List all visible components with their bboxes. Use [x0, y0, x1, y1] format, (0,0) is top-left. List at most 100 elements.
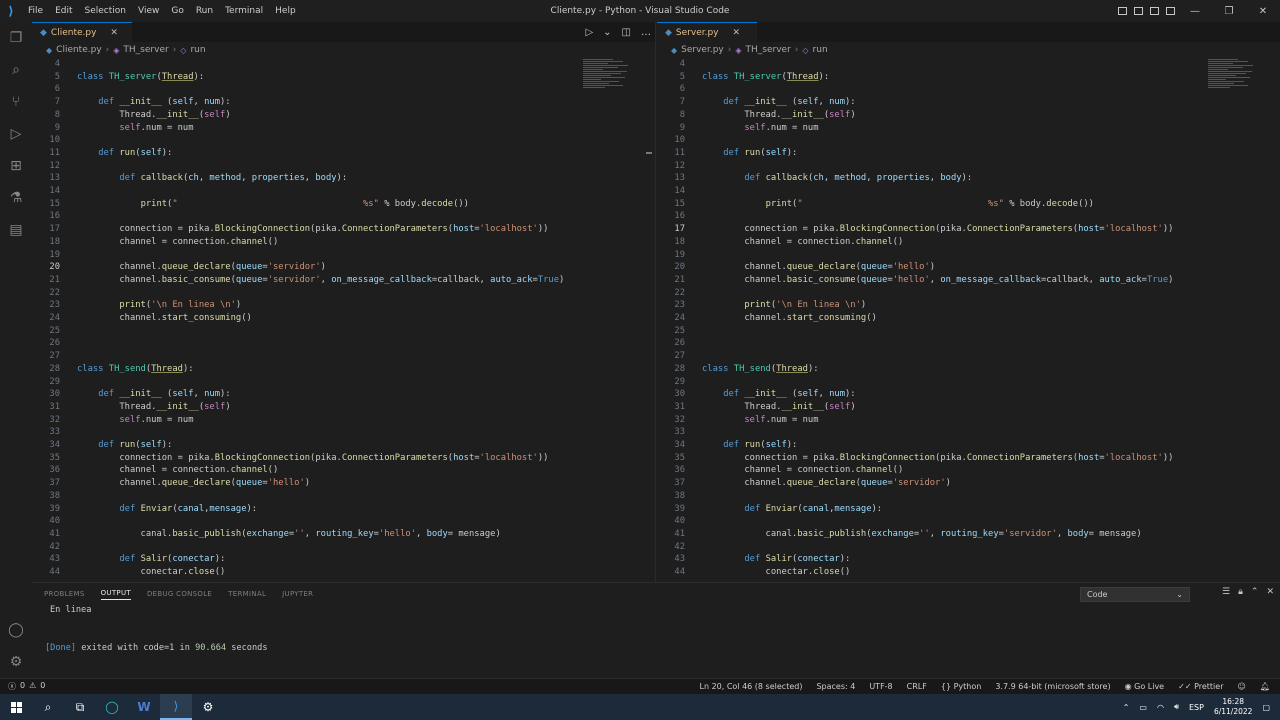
code-line[interactable]: 14 [657, 185, 1280, 198]
code-line[interactable]: 24 channel.start_consuming() [657, 312, 1280, 325]
menu-item-run[interactable]: Run [190, 0, 219, 22]
code-line[interactable]: 8 Thread.__init__(self) [32, 109, 655, 122]
panel-tab-problems[interactable]: PROBLEMS [44, 590, 85, 598]
output-channel-select[interactable]: Code ⌄ [1080, 587, 1190, 602]
code-line[interactable]: 29 [657, 376, 1280, 389]
code-line[interactable]: 42 [32, 541, 655, 554]
code-line[interactable]: 16 [32, 210, 655, 223]
code-text[interactable]: def run(self): [702, 147, 797, 160]
code-text[interactable]: channel.basic_consume(queue='hello', on_… [702, 274, 1173, 287]
menu-item-terminal[interactable]: Terminal [219, 0, 269, 22]
code-line[interactable]: 43 def Salir(conectar): [657, 553, 1280, 566]
code-text[interactable]: channel.queue_declare(queue='hello') [702, 261, 935, 274]
code-text[interactable]: def callback(ch, method, properties, bod… [702, 172, 972, 185]
code-line[interactable]: 19 [32, 249, 655, 262]
go-live-button[interactable]: ◉ Go Live [1125, 682, 1165, 691]
code-line[interactable]: 6 [657, 83, 1280, 96]
code-text[interactable]: Thread.__init__(self) [77, 109, 230, 122]
code-line[interactable]: 31 Thread.__init__(self) [657, 401, 1280, 414]
code-line[interactable]: 39 def Enviar(canal,mensage): [657, 503, 1280, 516]
menu-item-file[interactable]: File [22, 0, 49, 22]
code-text[interactable]: conectar.close() [702, 566, 851, 579]
close-tab-icon[interactable]: ✕ [110, 28, 118, 38]
network-icon[interactable]: ▭ [1139, 703, 1147, 712]
code-line[interactable]: 40 [32, 515, 655, 528]
menu-item-view[interactable]: View [132, 0, 165, 22]
code-text[interactable]: connection = pika.BlockingConnection(pik… [702, 223, 1173, 236]
indentation[interactable]: Spaces: 4 [816, 682, 855, 691]
split-editor-icon[interactable]: ◫ [622, 27, 631, 38]
code-line[interactable]: 26 [657, 337, 1280, 350]
code-text[interactable]: channel = connection.channel() [77, 464, 278, 477]
code-text[interactable]: Thread.__init__(self) [702, 109, 855, 122]
chevron-down-icon[interactable]: ⌄ [603, 27, 611, 38]
code-line[interactable]: 16 [657, 210, 1280, 223]
close-panel-icon[interactable]: ✕ [1266, 587, 1274, 597]
code-line[interactable]: 7 def __init__ (self, num): [32, 96, 655, 109]
code-text[interactable]: self.num = num [702, 122, 818, 135]
customize-layout-icon[interactable] [1162, 0, 1178, 22]
panel-tab-jupyter[interactable]: JUPYTER [282, 590, 313, 598]
code-line[interactable]: 32 self.num = num [32, 414, 655, 427]
code-line[interactable]: 27 [657, 350, 1280, 363]
breadcrumb-class[interactable]: TH_server [746, 45, 791, 55]
code-text[interactable]: connection = pika.BlockingConnection(pik… [702, 452, 1173, 465]
code-line[interactable]: 23 print('\n En linea \n') [657, 299, 1280, 312]
testing-icon[interactable]: ⚗ [0, 182, 32, 214]
code-line[interactable]: 11 def run(self): [32, 147, 655, 160]
code-line[interactable]: 37 channel.queue_declare(queue='servidor… [657, 477, 1280, 490]
panel-tab-debug-console[interactable]: DEBUG CONSOLE [147, 590, 212, 598]
task-view-icon[interactable]: ⧉ [64, 694, 96, 720]
code-text[interactable]: canal.basic_publish(exchange='', routing… [702, 528, 1142, 541]
code-line[interactable]: 26 [32, 337, 655, 350]
code-line[interactable]: 8 Thread.__init__(self) [657, 109, 1280, 122]
minimize-button[interactable]: — [1178, 0, 1212, 22]
code-text[interactable]: connection = pika.BlockingConnection(pik… [77, 452, 548, 465]
code-text[interactable]: def __init__ (self, num): [77, 388, 230, 401]
code-text[interactable]: connection = pika.BlockingConnection(pik… [77, 223, 548, 236]
code-line[interactable]: 7 def __init__ (self, num): [657, 96, 1280, 109]
code-line[interactable]: 44 conectar.close() [32, 566, 655, 579]
code-line[interactable]: 34 def run(self): [32, 439, 655, 452]
code-text[interactable]: Thread.__init__(self) [77, 401, 230, 414]
code-text[interactable]: channel.start_consuming() [77, 312, 251, 325]
code-line[interactable]: 18 channel = connection.channel() [657, 236, 1280, 249]
code-line[interactable]: 39 def Enviar(canal,mensage): [32, 503, 655, 516]
code-line[interactable]: 38 [32, 490, 655, 503]
panel-tab-terminal[interactable]: TERMINAL [228, 590, 266, 598]
run-debug-icon[interactable]: ▷ [0, 118, 32, 150]
breadcrumb-file[interactable]: Cliente.py [56, 45, 102, 55]
code-line[interactable]: 24 channel.start_consuming() [32, 312, 655, 325]
code-text[interactable]: print(" %s" % body.decode()) [702, 198, 1094, 211]
code-text[interactable]: Thread.__init__(self) [702, 401, 855, 414]
code-text[interactable]: class TH_server(Thread): [77, 71, 204, 84]
code-line[interactable]: 27 [32, 350, 655, 363]
notification-center-icon[interactable]: ▢ [1262, 703, 1270, 712]
code-text[interactable]: channel.start_consuming() [702, 312, 876, 325]
restore-button[interactable]: ❐ [1212, 0, 1246, 22]
code-line[interactable]: 20 channel.queue_declare(queue='servidor… [32, 261, 655, 274]
account-icon[interactable]: ◯ [0, 614, 32, 646]
code-line[interactable]: 10 [657, 134, 1280, 147]
minimap[interactable] [1208, 58, 1258, 148]
code-line[interactable]: 4 [657, 58, 1280, 71]
code-line[interactable]: 34 def run(self): [657, 439, 1280, 452]
code-text[interactable]: channel = connection.channel() [702, 464, 903, 477]
code-line[interactable]: 6 [32, 83, 655, 96]
code-line[interactable]: 23 print('\n En linea \n') [32, 299, 655, 312]
menu-item-selection[interactable]: Selection [79, 0, 132, 22]
notifications-bell-icon[interactable]: 🔔︎ [1260, 682, 1270, 691]
code-line[interactable]: 15 print(" %s" % body.decode()) [32, 198, 655, 211]
prettier-button[interactable]: ✓✓ Prettier [1178, 682, 1223, 691]
code-text[interactable]: channel.queue_declare(queue='servidor') [77, 261, 326, 274]
word-app-icon[interactable]: W [128, 694, 160, 720]
code-line[interactable]: 21 channel.basic_consume(queue='servidor… [32, 274, 655, 287]
search-icon[interactable]: ⌕ [32, 694, 64, 720]
code-text[interactable]: canal.basic_publish(exchange='', routing… [77, 528, 501, 541]
volume-icon[interactable]: 🔊︎ [1174, 702, 1179, 712]
code-line[interactable]: 30 def __init__ (self, num): [657, 388, 1280, 401]
code-text[interactable]: def __init__ (self, num): [702, 96, 855, 109]
code-text[interactable]: def callback(ch, method, properties, bod… [77, 172, 347, 185]
code-line[interactable]: 29 [32, 376, 655, 389]
wifi-icon[interactable]: ◠ [1157, 703, 1164, 712]
